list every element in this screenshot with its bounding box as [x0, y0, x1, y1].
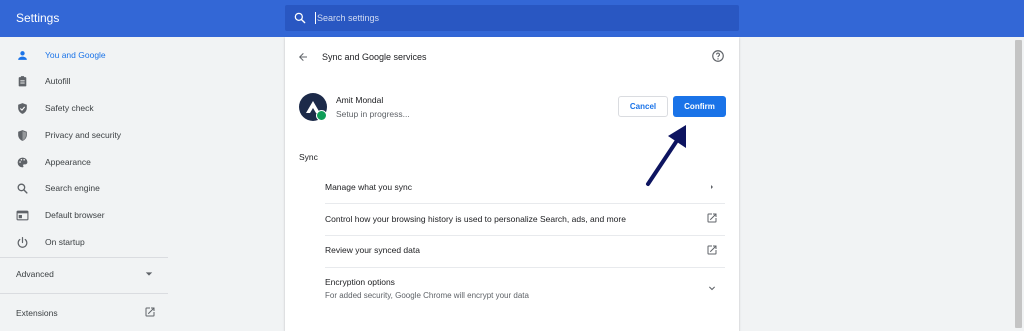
sidebar-item-extensions[interactable]: Extensions — [0, 301, 168, 323]
sidebar-item-label: Search engine — [45, 183, 100, 193]
search-icon — [294, 12, 306, 24]
top-bar: Settings — [0, 0, 1024, 37]
triangle-down-icon — [145, 272, 153, 276]
scrollbar[interactable] — [1013, 37, 1024, 331]
sync-badge-icon — [316, 110, 327, 121]
row-sublabel: For added security, Google Chrome will e… — [325, 291, 529, 300]
row-label: Manage what you sync — [325, 182, 412, 192]
sidebar-item-default-browser[interactable]: Default browser — [0, 205, 168, 227]
palette-icon — [17, 157, 28, 168]
search-icon — [17, 183, 28, 194]
search-input[interactable] — [317, 10, 717, 26]
row-label: Review your synced data — [325, 245, 420, 255]
sidebar-item-safety-check[interactable]: Safety check — [0, 98, 168, 120]
search-box[interactable] — [285, 5, 739, 31]
chevron-right-icon — [711, 185, 713, 189]
sidebar: You and Google Autofill Safety check Pri… — [0, 37, 168, 331]
sidebar-divider — [0, 257, 168, 258]
row-label: Encryption options — [325, 277, 395, 287]
sidebar-item-label: You and Google — [45, 50, 106, 60]
shield-check-icon — [18, 103, 27, 114]
account-name: Amit Mondal — [336, 95, 384, 105]
sidebar-item-label: Privacy and security — [45, 130, 122, 140]
section-heading-sync: Sync — [299, 152, 318, 162]
external-link-icon — [145, 307, 155, 317]
sidebar-item-privacy-and-security[interactable]: Privacy and security — [0, 125, 168, 147]
clipboard-icon — [18, 76, 27, 87]
sidebar-item-label: Default browser — [45, 210, 105, 220]
review-synced-data-row[interactable]: Review your synced data — [325, 235, 725, 267]
person-icon — [18, 51, 27, 60]
account-status: Setup in progress... — [336, 109, 410, 119]
encryption-options-row[interactable]: Encryption options For added security, G… — [325, 267, 725, 309]
sidebar-divider — [0, 293, 168, 294]
back-arrow-icon[interactable] — [297, 51, 309, 63]
sidebar-item-appearance[interactable]: Appearance — [0, 152, 168, 174]
sidebar-item-label: Extensions — [16, 308, 58, 318]
app-title: Settings — [16, 11, 60, 25]
confirm-button[interactable]: Confirm — [673, 96, 726, 117]
browser-icon — [16, 210, 29, 221]
sidebar-item-label: Safety check — [45, 103, 94, 113]
row-label: Control how your browsing history is use… — [325, 214, 626, 224]
sidebar-item-autofill[interactable]: Autofill — [0, 71, 168, 93]
power-icon — [17, 237, 28, 248]
chevron-down-icon — [709, 286, 715, 291]
personalize-history-row[interactable]: Control how your browsing history is use… — [325, 203, 725, 235]
sidebar-item-on-startup[interactable]: On startup — [0, 232, 168, 254]
cancel-button[interactable]: Cancel — [618, 96, 668, 117]
scrollbar-thumb[interactable] — [1015, 40, 1022, 328]
external-link-icon — [707, 245, 717, 255]
shield-icon — [18, 130, 27, 141]
page-title: Sync and Google services — [322, 52, 427, 62]
external-link-icon — [707, 213, 717, 223]
annotation-arrow-icon — [646, 125, 686, 186]
sidebar-item-label: Appearance — [45, 157, 91, 167]
advanced-label: Advanced — [16, 269, 54, 279]
help-icon[interactable] — [711, 49, 725, 63]
sidebar-item-label: Autofill — [45, 76, 71, 86]
advanced-toggle[interactable]: Advanced — [0, 263, 168, 285]
sidebar-item-you-and-google[interactable]: You and Google — [0, 45, 168, 67]
sidebar-item-label: On startup — [45, 237, 85, 247]
sidebar-item-search-engine[interactable]: Search engine — [0, 178, 168, 200]
text-cursor — [315, 12, 316, 24]
